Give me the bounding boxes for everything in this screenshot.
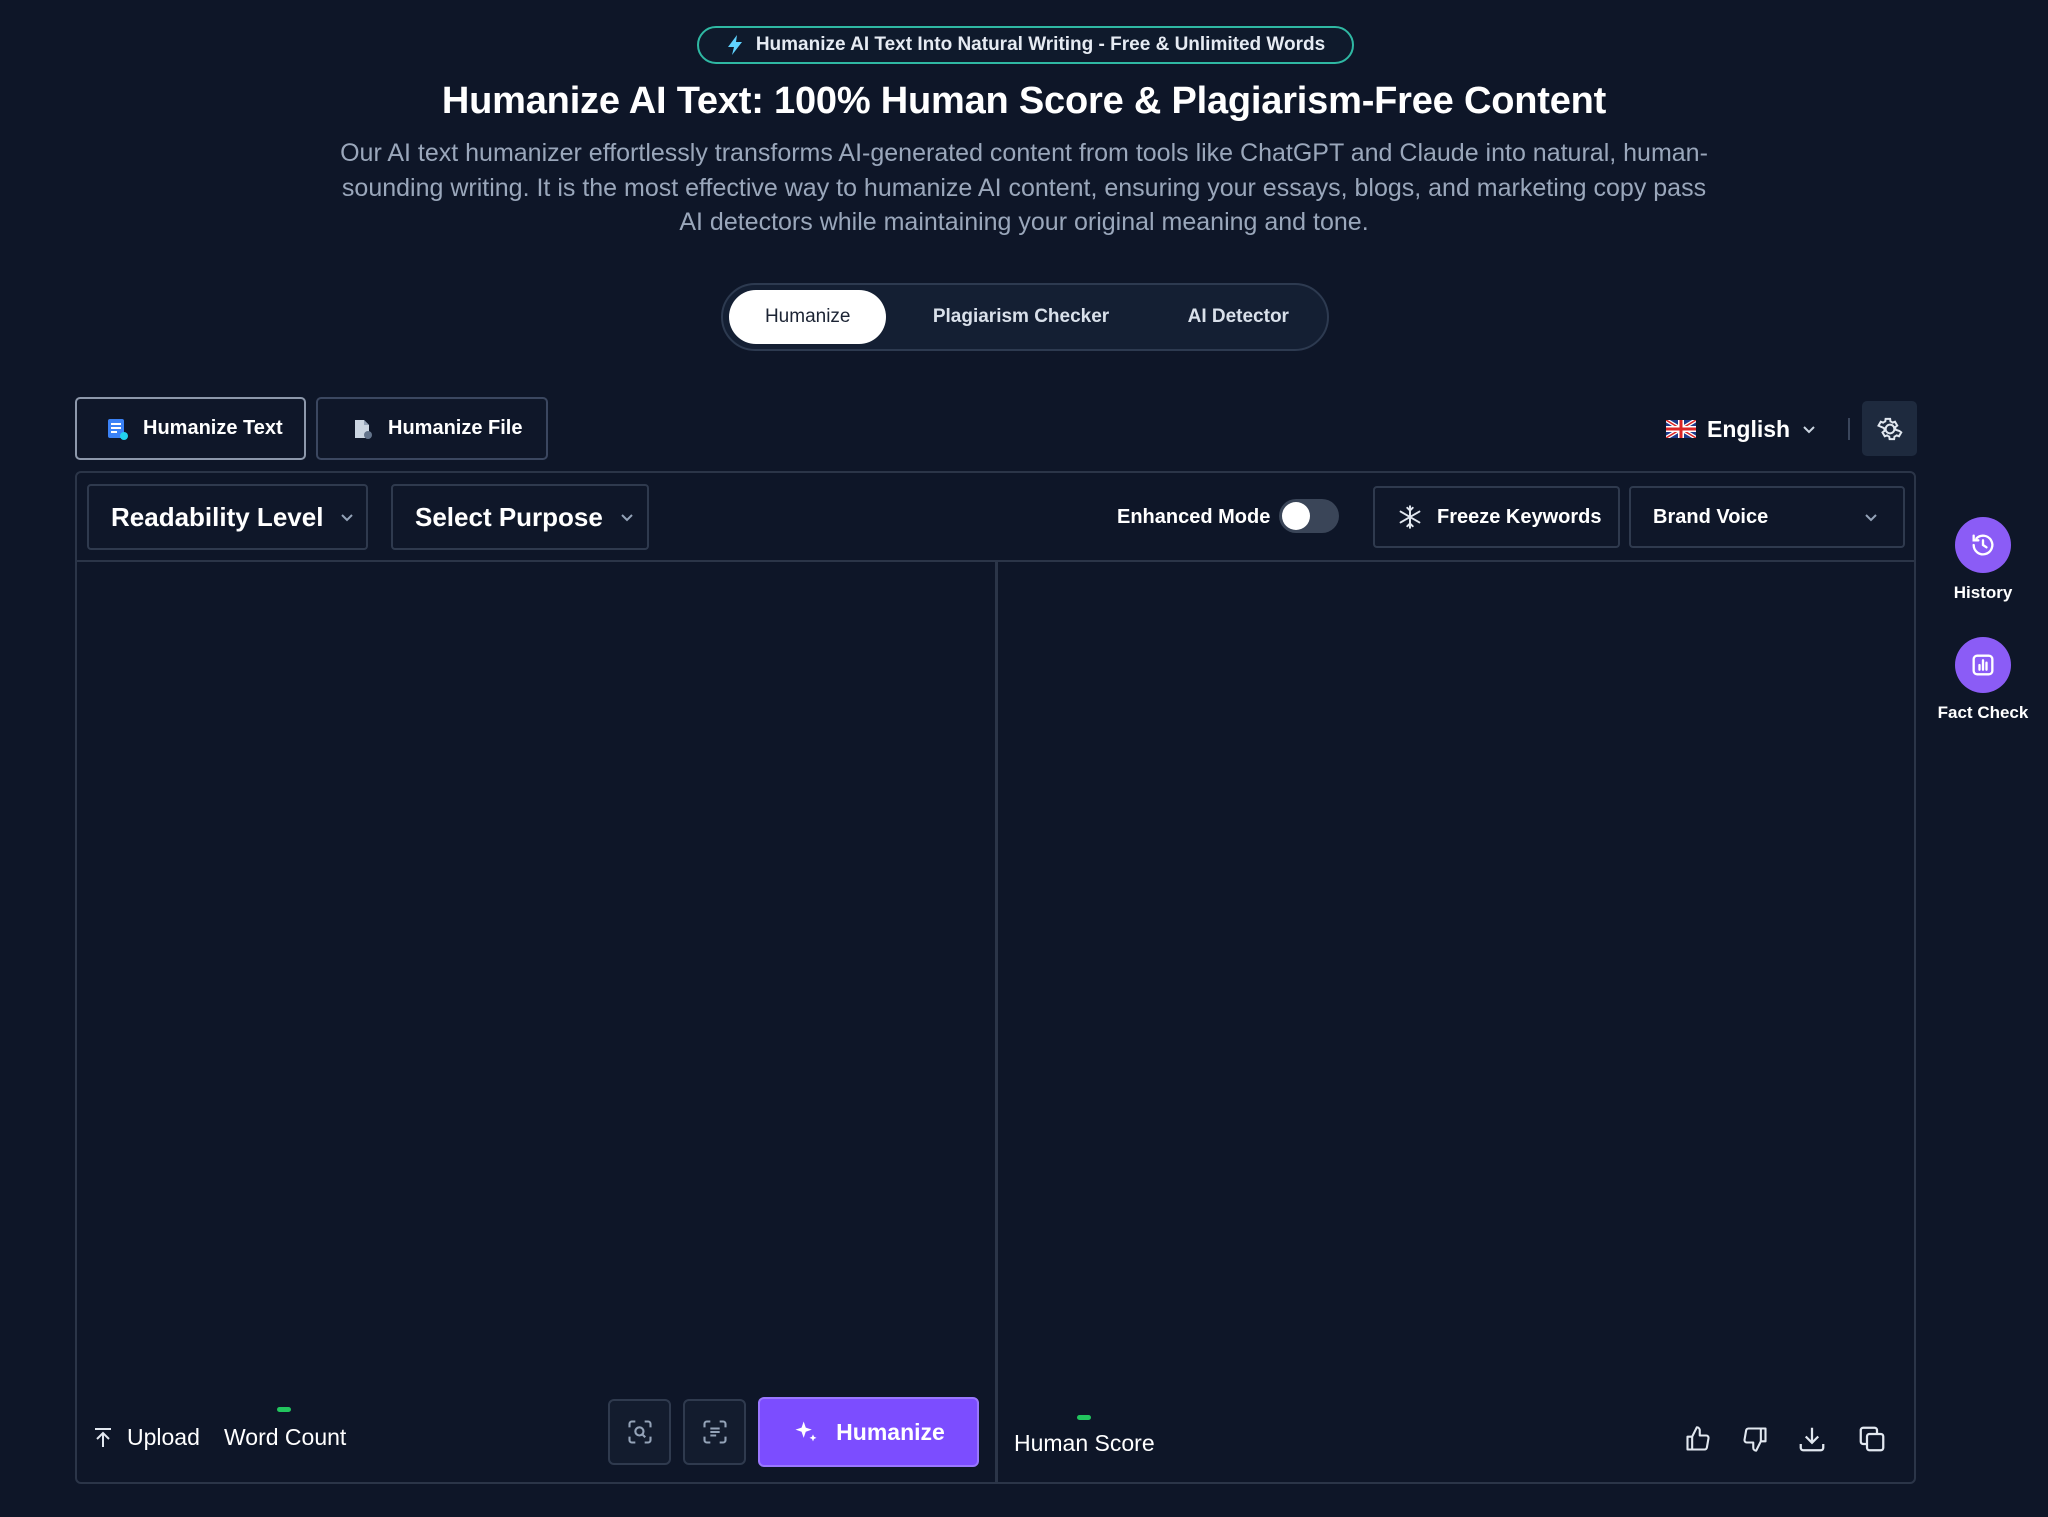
humanize-text-button[interactable]: Humanize Text [75,397,306,460]
freeze-keywords-label: Freeze Keywords [1437,505,1602,528]
snowflake-icon [1399,505,1421,529]
thumbs-down-icon [1743,1427,1767,1452]
chevron-down-icon [341,514,354,522]
file-upload-icon [355,419,372,439]
upload-label: Upload [127,1424,200,1450]
thumbs-down-button[interactable] [1737,1421,1773,1457]
tab-ai-detector[interactable]: AI Detector [1156,290,1321,344]
human-score-label: Human Score [1014,1430,1155,1456]
history-button[interactable] [1955,517,2011,573]
human-score-indicator [1077,1415,1091,1420]
upload-icon [95,1427,111,1447]
word-count-indicator [277,1407,291,1412]
fact-check-widget[interactable]: Fact Check [1923,637,2043,723]
bar-chart-icon [1972,654,1994,676]
readability-dropdown[interactable]: Readability Level [87,484,368,550]
tool-tabs: Humanize Plagiarism Checker AI Detector [721,283,1329,351]
scan-text-button[interactable] [683,1399,746,1465]
download-icon [1799,1427,1825,1452]
readability-label: Readability Level [111,501,324,532]
page-title: Humanize AI Text: 100% Human Score & Pla… [441,80,1607,122]
badge-text: Humanize AI Text Into Natural Writing - … [755,34,1326,55]
document-text-icon [108,418,128,440]
purpose-label: Select Purpose [415,501,603,532]
page: Humanize AI Text Into Natural Writing - … [0,0,2048,1517]
chevron-down-icon [1865,514,1877,522]
brand-voice-dropdown[interactable]: Brand Voice [1629,486,1905,548]
input-textarea[interactable] [77,562,995,1382]
humanizer-panel: Readability Level Select Purpose Enhance… [75,471,1916,1484]
scan-button[interactable] [608,1399,671,1465]
history-label: History [1953,583,2013,602]
copy-icon [1859,1426,1885,1452]
word-count-label: Word Count [224,1424,347,1450]
scan-search-icon [627,1420,652,1444]
bolt-icon [727,35,742,55]
humanize-label: Humanize [836,1418,945,1445]
enhanced-mode-toggle[interactable] [1279,499,1339,533]
thumbs-up-button[interactable] [1680,1421,1716,1457]
history-widget[interactable]: History [1923,517,2043,603]
copy-button[interactable] [1854,1421,1890,1457]
tab-humanize[interactable]: Humanize [729,290,887,344]
gear-icon [1876,417,1903,440]
chevron-down-icon [621,514,633,522]
sparkles-icon [795,1421,817,1442]
language-label: English [1707,415,1791,442]
brand-voice-label: Brand Voice [1653,505,1769,528]
tab-plagiarism-checker[interactable]: Plagiarism Checker [886,290,1155,344]
history-icon [1972,534,1994,556]
thumbs-up-icon [1686,1426,1710,1451]
upload-button[interactable]: Upload [93,1424,200,1451]
humanize-text-label: Humanize Text [143,417,283,439]
download-button[interactable] [1794,1421,1830,1457]
announcement-badge[interactable]: Humanize AI Text Into Natural Writing - … [697,26,1354,64]
language-selector[interactable]: English [1666,412,1817,446]
humanize-button[interactable]: Humanize [758,1397,979,1467]
humanize-file-button[interactable]: Humanize File [316,397,548,460]
output-area [998,562,1914,1382]
fact-check-button[interactable] [1955,637,2011,693]
purpose-dropdown[interactable]: Select Purpose [391,484,649,550]
divider [1848,418,1850,440]
enhanced-mode-label: Enhanced Mode [1117,506,1271,528]
page-subtitle: Our AI text humanizer effortlessly trans… [340,139,1708,236]
uk-flag-icon [1666,420,1696,438]
freeze-keywords-button[interactable]: Freeze Keywords [1373,486,1620,548]
fact-check-label: Fact Check [1937,703,2029,722]
scan-text-icon [702,1420,727,1444]
settings-button[interactable] [1862,401,1917,456]
chevron-down-icon [1803,426,1815,434]
humanize-file-label: Humanize File [388,417,523,439]
toggle-knob [1282,502,1310,530]
